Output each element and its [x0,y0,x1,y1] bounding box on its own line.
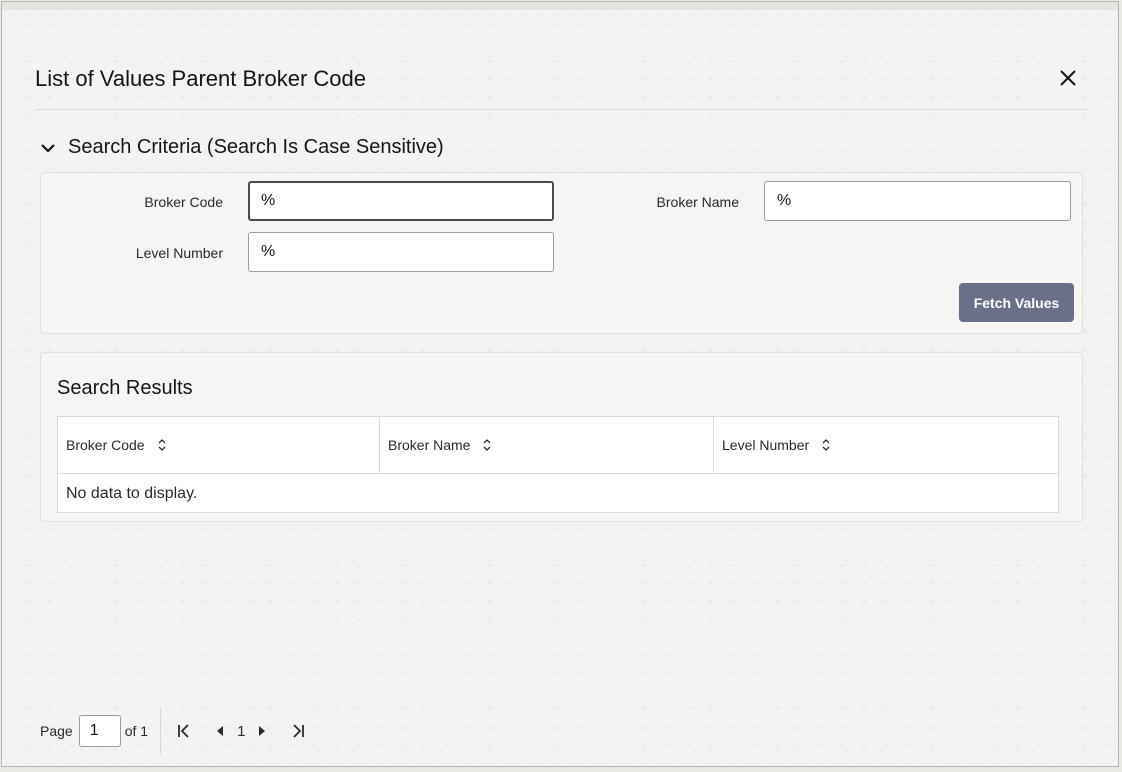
sort-icon [157,438,167,452]
page-label: Page [40,723,73,739]
sort-icon [821,438,831,452]
fetch-values-button[interactable]: Fetch Values [959,283,1074,322]
search-criteria-panel: Broker Code Broker Name Level Number Fet… [40,172,1083,334]
dialog-title: List of Values Parent Broker Code [35,66,366,91]
search-criteria-heading: Search Criteria (Search Is Case Sensitiv… [68,136,444,158]
page-number-input[interactable] [78,715,121,747]
pager-divider [160,708,162,754]
search-results-heading: Search Results [57,377,193,399]
close-icon[interactable] [1056,66,1080,90]
level-number-label: Level Number [135,245,223,261]
broker-name-input[interactable] [764,181,1071,221]
last-page-icon[interactable] [285,718,311,744]
chevron-down-icon [38,138,58,158]
previous-page-icon[interactable] [207,718,233,744]
current-page-number[interactable]: 1 [237,723,245,740]
lov-dialog: List of Values Parent Broker Code Search… [1,1,1119,767]
first-page-icon[interactable] [171,718,197,744]
column-header-broker-code[interactable]: Broker Code [58,417,379,473]
title-divider [35,109,1086,110]
pagination: Page of 1 1 [40,708,311,754]
broker-code-label: Broker Code [144,194,223,210]
column-header-level-number[interactable]: Level Number [713,417,1058,473]
level-number-input[interactable] [248,232,554,272]
next-page-icon[interactable] [249,718,275,744]
search-criteria-toggle[interactable]: Search Criteria (Search Is Case Sensitiv… [38,136,444,159]
column-label: Level Number [722,437,810,453]
column-label: Broker Name [388,437,471,453]
sort-icon [482,438,492,452]
top-strip [2,2,1118,10]
page-count-label: of 1 [124,723,149,739]
column-header-broker-name[interactable]: Broker Name [379,417,713,473]
empty-message: No data to display. [66,485,198,502]
broker-code-input[interactable] [248,181,554,221]
broker-name-label: Broker Name [656,194,739,210]
search-results-panel: Search Results Broker Code Broker Name L… [40,352,1083,522]
column-label: Broker Code [66,437,145,453]
table-header: Broker Code Broker Name Level Number [58,417,1058,474]
results-table: Broker Code Broker Name Level Number No … [57,416,1059,513]
